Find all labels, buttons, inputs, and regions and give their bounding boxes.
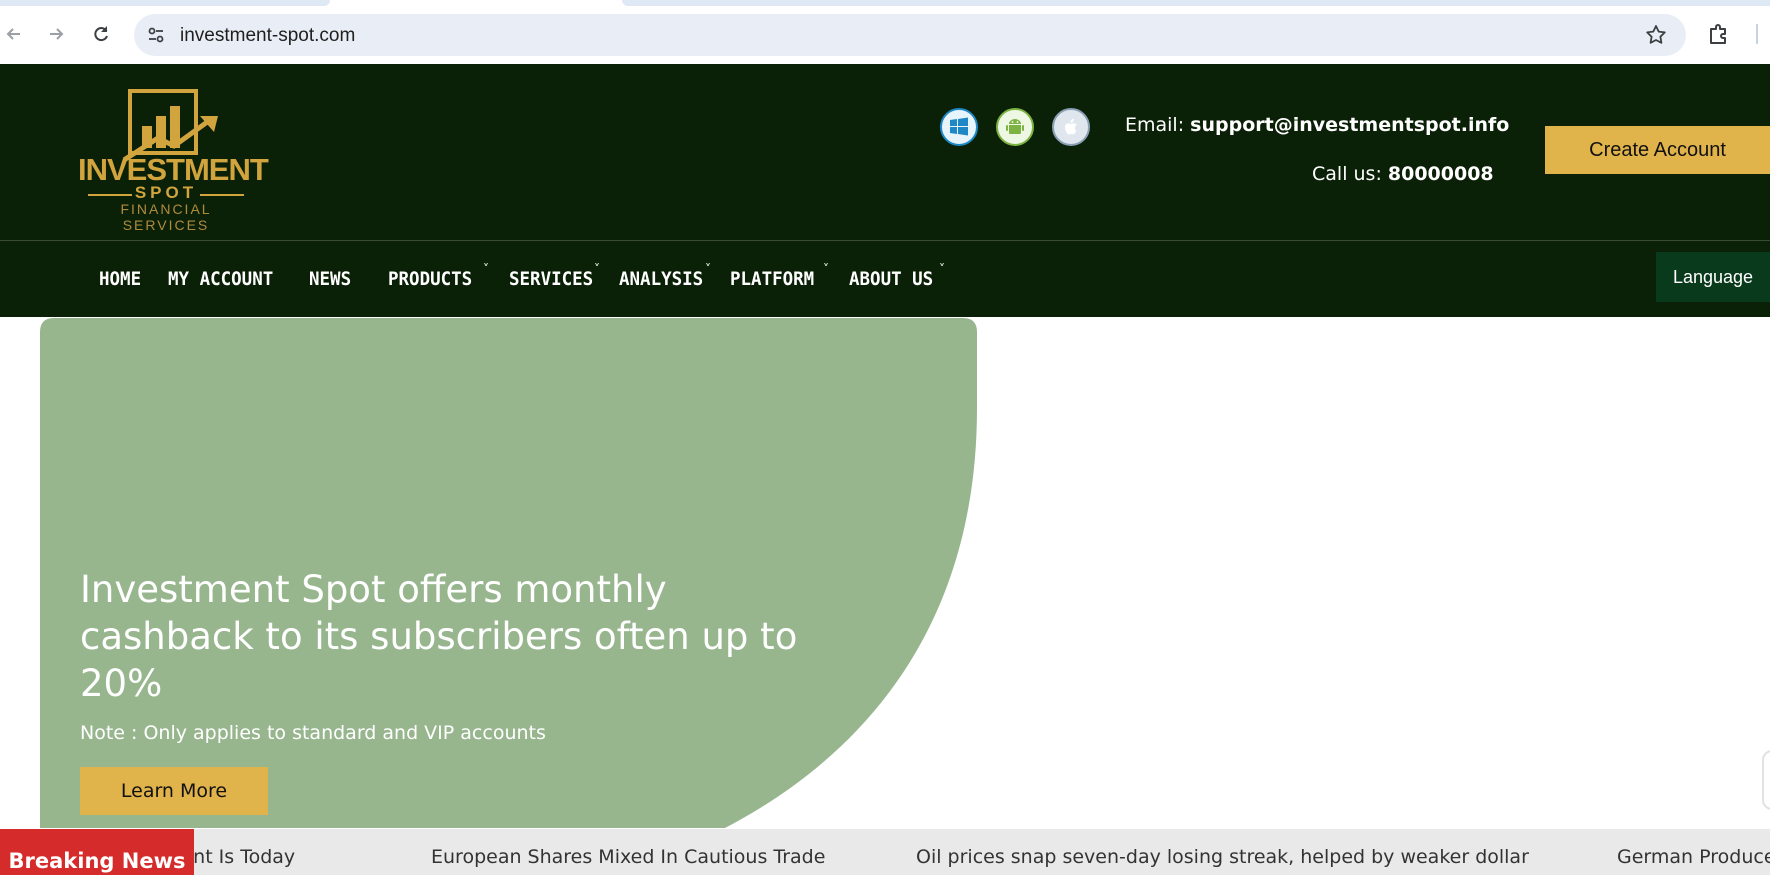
extensions-puzzle-icon[interactable] (1706, 21, 1732, 47)
tab-strip (0, 0, 330, 6)
chevron-down-icon: ˅ (483, 262, 489, 276)
ticker-item[interactable]: European Shares Mixed In Cautious Trade (431, 846, 825, 868)
chevron-down-icon: ˅ (705, 262, 711, 276)
chevron-down-icon: ˅ (939, 262, 945, 276)
forward-arrow-icon (50, 28, 64, 40)
ticker-item[interactable]: German Producer Prices (1617, 846, 1770, 868)
learn-more-button[interactable]: Learn More (80, 767, 268, 815)
contact-phone: Call us: 80000008 (1312, 163, 1494, 185)
windows-icon (950, 117, 968, 136)
email-label: Email: (1125, 114, 1191, 136)
language-button[interactable]: Language (1656, 252, 1770, 302)
toolbar-divider (1756, 24, 1758, 44)
side-widget-handle[interactable] (1762, 750, 1770, 810)
chevron-down-icon: ˅ (594, 262, 600, 276)
hero-note: Note : Only applies to standard and VIP … (80, 722, 546, 744)
windows-download-button[interactable] (940, 108, 978, 146)
browser-toolbar: investment-spot.com (0, 0, 1770, 64)
email-value[interactable]: support@investmentspot.info (1190, 114, 1509, 136)
create-account-button[interactable]: Create Account (1545, 126, 1770, 174)
back-button[interactable] (0, 20, 28, 48)
news-ticker: Fed Rate Decision Event Is Today Europea… (0, 829, 1770, 875)
back-arrow-icon (6, 28, 20, 40)
site-info-icon[interactable] (146, 25, 166, 45)
logo-rule-right (200, 194, 244, 196)
nav-about-us[interactable]: ABOUT US (849, 268, 933, 290)
phone-value[interactable]: 80000008 (1388, 163, 1494, 185)
tab-strip (622, 0, 1770, 6)
apple-icon (1065, 118, 1077, 135)
nav-services[interactable]: SERVICES (509, 268, 593, 290)
hero-title: Investment Spot offers monthly cashback … (80, 568, 798, 705)
logo-tagline: FINANCIAL SERVICES (120, 201, 212, 233)
contact-email: Email: support@investmentspot.info (1125, 114, 1509, 136)
bookmark-star-icon[interactable] (1644, 23, 1668, 47)
forward-button[interactable] (42, 20, 70, 48)
nav-news[interactable]: NEWS (309, 268, 351, 290)
url-text[interactable]: investment-spot.com (180, 25, 355, 47)
reload-icon (94, 26, 108, 42)
phone-label: Call us: (1312, 163, 1388, 185)
android-icon (1006, 119, 1024, 134)
logo-spot-text: SPOT (134, 183, 198, 202)
android-download-button[interactable] (996, 108, 1034, 146)
reload-button[interactable] (87, 20, 115, 48)
address-bar[interactable]: investment-spot.com (134, 14, 1686, 56)
chevron-down-icon: ˅ (823, 262, 829, 276)
ticker-item[interactable]: Oil prices snap seven-day losing streak,… (916, 846, 1529, 868)
nav-products[interactable]: PRODUCTS (388, 268, 472, 290)
nav-analysis[interactable]: ANALYSIS (619, 268, 703, 290)
nav-my-account[interactable]: MY ACCOUNT (168, 268, 273, 290)
apple-download-button[interactable] (1052, 108, 1090, 146)
nav-platform[interactable]: PLATFORM (730, 268, 814, 290)
site-logo[interactable]: INVESTMENT SPOT FINANCIAL SERVICES (78, 88, 269, 233)
breaking-news-label: Breaking News (0, 829, 194, 875)
nav-home[interactable]: HOME (99, 268, 141, 290)
